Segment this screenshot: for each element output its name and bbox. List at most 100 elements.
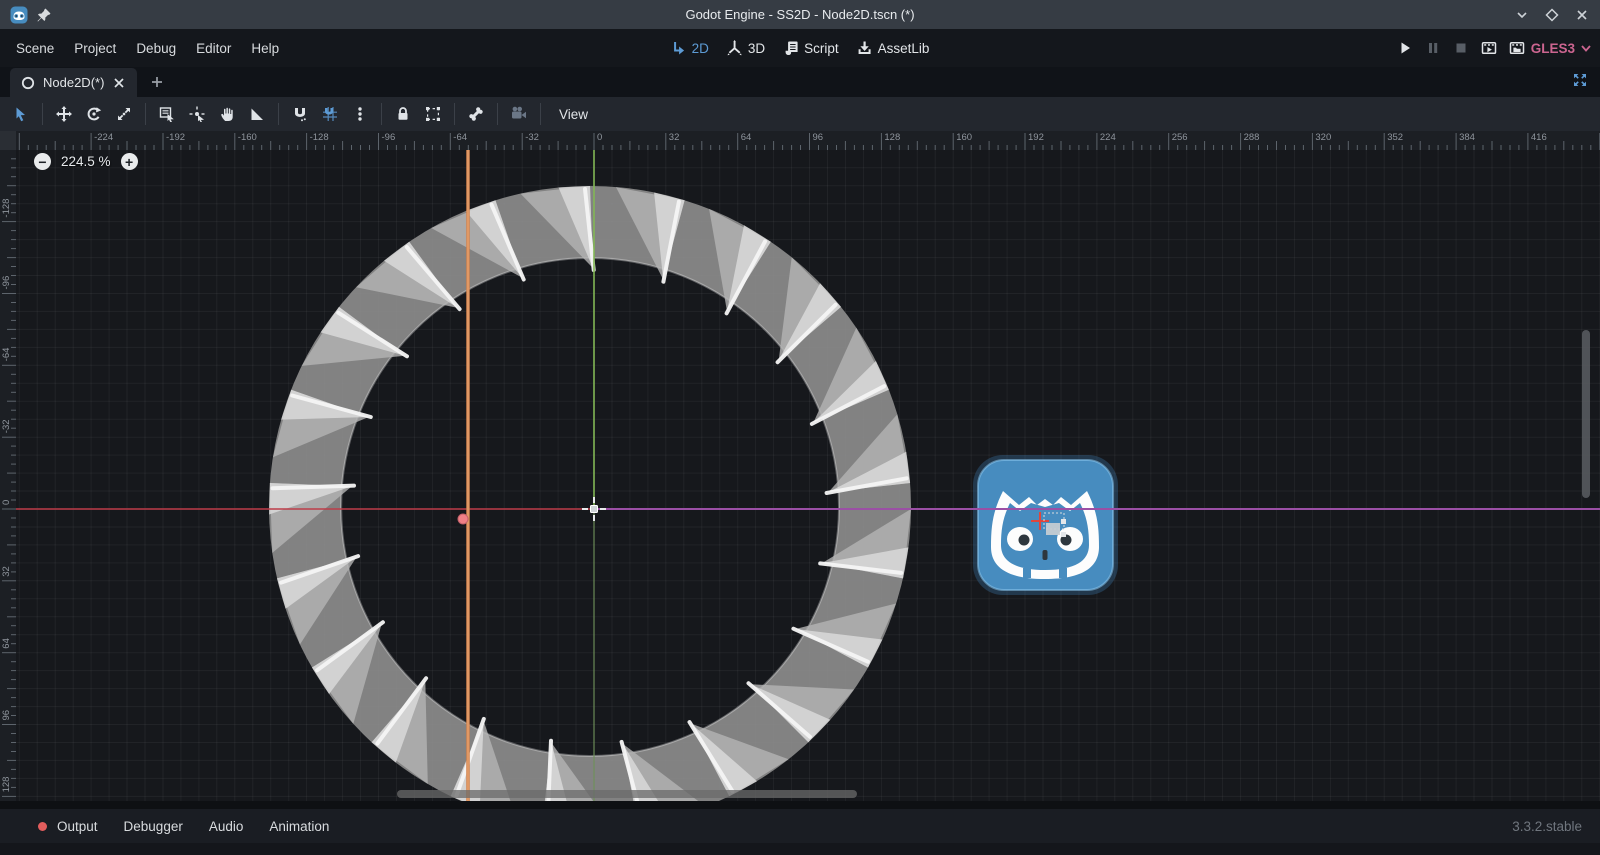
canvas-toolbar: View xyxy=(0,97,1600,131)
smart-snap-tool-button[interactable] xyxy=(285,100,315,128)
zoom-out-button[interactable]: − xyxy=(34,153,51,170)
window-minimize-button[interactable] xyxy=(1514,7,1530,23)
svg-text:416: 416 xyxy=(1531,132,1547,143)
group-tool-button[interactable] xyxy=(418,100,448,128)
menu-scene[interactable]: Scene xyxy=(6,37,64,60)
skeleton-bone-icon xyxy=(468,106,484,122)
editor-mode-switch: 2D 3D Script AssetLib xyxy=(671,40,930,56)
menu-editor[interactable]: Editor xyxy=(186,37,241,60)
mode-label: 2D xyxy=(692,41,709,56)
scene-tab-bar: Node2D(*) xyxy=(0,67,1600,97)
group-icon xyxy=(425,106,441,122)
grid-snap-icon xyxy=(322,106,338,122)
mode-button-2d[interactable]: 2D xyxy=(671,40,709,56)
snap-options-tool-button[interactable] xyxy=(345,100,375,128)
menu-debug[interactable]: Debug xyxy=(126,37,186,60)
window-title: Godot Engine - SS2D - Node2D.tscn (*) xyxy=(230,7,1370,22)
bottom-panel-bar: Output Debugger Audio Animation 3.3.2.stabl… xyxy=(0,809,1600,843)
rotate-icon xyxy=(86,106,102,122)
pause-button[interactable] xyxy=(1425,40,1441,56)
svg-text:0: 0 xyxy=(597,132,602,143)
pivot-icon xyxy=(189,106,205,122)
rotate-tool-button[interactable] xyxy=(79,100,109,128)
menu-bar: SceneProjectDebugEditorHelp 2D 3D Script As… xyxy=(0,29,1600,67)
mode-2d-icon xyxy=(671,40,687,56)
window-maximize-button[interactable] xyxy=(1544,7,1560,23)
zoom-in-button[interactable]: + xyxy=(121,153,138,170)
scale-tool-button[interactable] xyxy=(109,100,139,128)
svg-text:224: 224 xyxy=(1100,132,1116,143)
svg-text:320: 320 xyxy=(1315,132,1331,143)
close-icon[interactable] xyxy=(111,75,127,91)
lock-tool-button[interactable] xyxy=(388,100,418,128)
svg-text:352: 352 xyxy=(1387,132,1403,143)
toolbar-separator xyxy=(145,103,146,125)
pivot-tool-button[interactable] xyxy=(182,100,212,128)
svg-text:0: 0 xyxy=(1,500,12,505)
move-tool-button[interactable] xyxy=(49,100,79,128)
2d-viewport[interactable]: − 224.5 % + xyxy=(16,150,1600,801)
stop-button[interactable] xyxy=(1453,40,1469,56)
svg-text:256: 256 xyxy=(1172,132,1188,143)
toolbar-separator xyxy=(454,103,455,125)
window-bottom-strip xyxy=(0,843,1600,855)
svg-text:-32: -32 xyxy=(525,132,539,143)
toolbar-separator xyxy=(42,103,43,125)
view-menu-button[interactable]: View xyxy=(547,107,600,122)
pin-icon[interactable] xyxy=(36,7,52,23)
pan-hand-tool-button[interactable] xyxy=(212,100,242,128)
svg-text:-224: -224 xyxy=(94,132,113,143)
menu-project[interactable]: Project xyxy=(64,37,126,60)
svg-text:-96: -96 xyxy=(382,132,396,143)
camera-icon xyxy=(511,106,527,122)
svg-text:-64: -64 xyxy=(1,348,12,362)
bottom-panel-audio[interactable]: Audio xyxy=(209,819,244,834)
godot-icon-sprite[interactable] xyxy=(973,455,1118,595)
grid-snap-tool-button[interactable] xyxy=(315,100,345,128)
horizontal-scrollbar[interactable] xyxy=(397,790,857,798)
mode-button-3d[interactable]: 3D xyxy=(727,40,765,56)
ruler-triangle-icon xyxy=(249,106,265,122)
list-select-tool-button[interactable] xyxy=(152,100,182,128)
bottom-panel-output[interactable]: Output xyxy=(57,819,98,834)
move-icon xyxy=(56,106,72,122)
mode-button-script[interactable]: Script xyxy=(783,40,839,56)
svg-text:-32: -32 xyxy=(1,419,12,433)
control-point-dot[interactable] xyxy=(458,514,468,524)
bottom-panel-animation[interactable]: Animation xyxy=(269,819,329,834)
tab-node2d[interactable]: Node2D(*) xyxy=(10,68,137,97)
mode-button-assetlib[interactable]: AssetLib xyxy=(857,40,930,56)
node2d-icon xyxy=(20,75,36,91)
chevron-down-icon xyxy=(1578,40,1594,56)
play-button[interactable] xyxy=(1397,40,1413,56)
svg-text:-64: -64 xyxy=(453,132,467,143)
svg-text:288: 288 xyxy=(1244,132,1260,143)
play-scene-button[interactable] xyxy=(1481,40,1497,56)
skeleton-bone-tool-button[interactable] xyxy=(461,100,491,128)
scale-icon xyxy=(116,106,132,122)
renderer-selector[interactable]: GLES3 xyxy=(1531,40,1594,56)
ss2d-ring-shape[interactable] xyxy=(269,186,911,801)
output-activity-dot xyxy=(38,822,47,831)
expand-arrows-icon[interactable] xyxy=(1572,72,1588,88)
svg-text:192: 192 xyxy=(1028,132,1044,143)
svg-text:96: 96 xyxy=(1,710,12,721)
play-custom-scene-button[interactable] xyxy=(1509,40,1525,56)
svg-text:32: 32 xyxy=(669,132,680,143)
script-icon xyxy=(783,40,799,56)
svg-text:-160: -160 xyxy=(238,132,257,143)
pan-hand-icon xyxy=(219,106,235,122)
engine-version: 3.3.2.stable xyxy=(1512,819,1582,834)
svg-text:128: 128 xyxy=(1,777,12,793)
select-arrow-tool-button[interactable] xyxy=(6,100,36,128)
mode-label: 3D xyxy=(748,41,765,56)
ruler-triangle-tool-button[interactable] xyxy=(242,100,272,128)
work-area: -128-96-64-320326496128 − 224.5 % + xyxy=(0,150,1600,801)
bottom-panel-debugger[interactable]: Debugger xyxy=(124,819,183,834)
zoom-level: 224.5 % xyxy=(61,154,111,169)
vertical-scrollbar[interactable] xyxy=(1582,330,1590,498)
camera-tool-button[interactable] xyxy=(504,100,534,128)
new-tab-button[interactable] xyxy=(149,74,165,90)
window-close-button[interactable] xyxy=(1574,7,1590,23)
menu-help[interactable]: Help xyxy=(241,37,289,60)
